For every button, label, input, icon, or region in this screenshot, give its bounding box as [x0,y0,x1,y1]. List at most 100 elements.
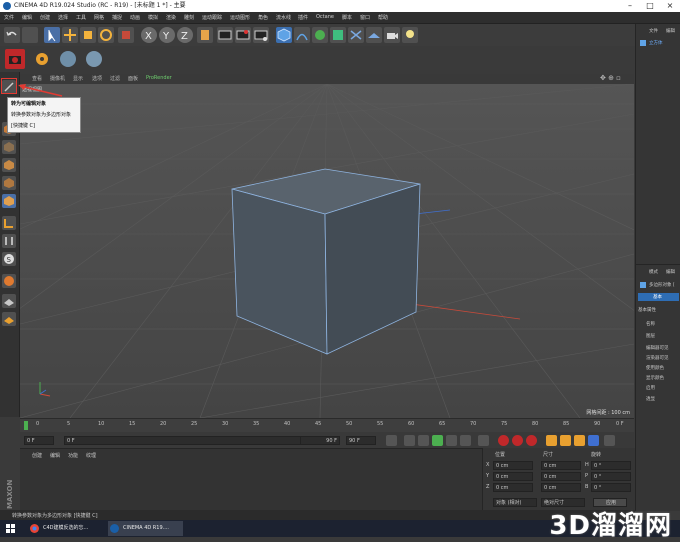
key-parameter-icon[interactable] [588,435,599,446]
rotation-b-field[interactable]: 0 ° [591,483,631,492]
viewport-menu-filter[interactable]: 过滤 [110,75,120,82]
position-y-field[interactable]: 0 cm [493,472,533,481]
prev-key-icon[interactable] [404,435,415,446]
octane-material-sphere2-icon[interactable] [84,49,104,69]
range-end-field[interactable]: 90 F [300,436,340,445]
size-x-field[interactable]: 0 cm [541,461,581,470]
viewport-menu-camera[interactable]: 摄像机 [50,75,65,82]
rotation-h-field[interactable]: 0 ° [591,461,631,470]
bend-deformer-icon[interactable] [348,27,364,43]
menu-mograph[interactable]: 运动图形 [230,14,250,21]
prev-frame-icon[interactable] [418,435,429,446]
z-axis-lock-icon[interactable]: Z [177,27,193,43]
coordinate-system-icon[interactable] [197,27,213,43]
attr-menu-mode[interactable]: 模式 [649,269,658,275]
viewport-nav-icon[interactable]: ✥ ⊕ ▫ [600,74,621,82]
viewport-menu-display[interactable]: 显示 [73,75,83,82]
recent-tools-icon[interactable] [118,27,134,43]
workplane-icon[interactable] [2,274,16,288]
menu-select[interactable]: 选择 [58,14,68,21]
menu-motion-tracking[interactable]: 运动跟踪 [202,14,222,21]
tweak-mode-icon[interactable] [2,234,16,248]
menu-file[interactable]: 文件 [4,14,14,21]
timeline-menu-icon[interactable] [604,435,615,446]
size-y-field[interactable]: 0 cm [541,472,581,481]
light-icon[interactable] [402,27,418,43]
viewport-menu-options[interactable]: 选项 [92,75,102,82]
y-axis-lock-icon[interactable]: Y [159,27,175,43]
menu-simulate[interactable]: 模拟 [148,14,158,21]
live-viewer-icon[interactable] [5,49,25,69]
move-tool-icon[interactable] [62,27,78,43]
key-position-icon[interactable] [546,435,557,446]
playhead-marker[interactable] [24,421,28,430]
octane-gear-icon[interactable] [32,49,52,69]
axis-mode-icon[interactable] [2,216,16,230]
position-x-field[interactable]: 0 cm [493,461,533,470]
frame-range-slider[interactable]: 0 F [64,436,340,445]
close-button[interactable]: × [660,0,680,12]
record-icon[interactable] [498,435,509,446]
material-menu-function[interactable]: 功能 [68,452,78,459]
render-settings-icon[interactable] [253,27,269,43]
minimize-button[interactable]: – [620,0,640,12]
menu-edit[interactable]: 编辑 [22,14,32,21]
rotate-tool-icon[interactable] [98,27,114,43]
object-item-cube[interactable]: 立方体 [649,40,663,46]
x-axis-lock-icon[interactable]: X [141,27,157,43]
coordinate-mode-select[interactable]: 对象 (相对) [493,498,537,507]
object-menu-file[interactable]: 文件 [649,28,658,34]
end-frame-field[interactable]: 90 F [346,436,376,445]
rotation-p-field[interactable]: 0 ° [591,472,631,481]
tab-basic[interactable]: 基本 [638,293,679,301]
taskbar-cinema4d[interactable]: CINEMA 4D R19.... [108,521,183,536]
menu-octane[interactable]: Octane [316,14,334,20]
key-scale-icon[interactable] [560,435,571,446]
next-frame-icon[interactable] [446,435,457,446]
planar-workplane-icon[interactable] [2,312,16,326]
render-picture-viewer-icon[interactable] [235,27,251,43]
maximize-button[interactable]: □ [640,0,660,12]
menu-create[interactable]: 创建 [40,14,50,21]
menu-window[interactable]: 窗口 [360,14,370,21]
live-select-icon[interactable] [44,27,60,43]
redo-icon[interactable] [22,27,38,43]
size-z-field[interactable]: 0 cm [541,483,581,492]
snapping-icon[interactable]: S [2,252,16,266]
attr-menu-edit[interactable]: 编辑 [666,269,675,275]
keyframe-selection-icon[interactable] [526,435,537,446]
menu-character[interactable]: 角色 [258,14,268,21]
menu-tools[interactable]: 工具 [76,14,86,21]
viewport-menu-panel[interactable]: 面板 [128,75,138,82]
points-mode-icon[interactable] [2,158,16,172]
undo-icon[interactable] [4,27,20,43]
floor-icon[interactable] [366,27,382,43]
menu-sculpt[interactable]: 雕刻 [184,14,194,21]
render-view-icon[interactable] [217,27,233,43]
camera-icon[interactable] [384,27,400,43]
goto-end-icon[interactable] [478,435,489,446]
menu-plugins[interactable]: 插件 [298,14,308,21]
polygons-mode-icon[interactable] [2,194,16,208]
cube-object-icon[interactable] [276,27,292,43]
start-frame-field[interactable]: 0 F [24,436,54,445]
subdivision-surface-icon[interactable] [312,27,328,43]
material-menu-edit[interactable]: 编辑 [50,452,60,459]
menu-mesh[interactable]: 网格 [94,14,104,21]
next-key-icon[interactable] [460,435,471,446]
menu-pipeline[interactable]: 流水线 [276,14,291,21]
octane-material-sphere-icon[interactable] [58,49,78,69]
array-icon[interactable] [330,27,346,43]
texture-mode-icon[interactable] [2,140,16,154]
viewport-menu-prorender[interactable]: ProRender [146,75,172,81]
material-menu-create[interactable]: 创建 [32,452,42,459]
edges-mode-icon[interactable] [2,176,16,190]
play-icon[interactable] [432,435,443,446]
material-menu-texture[interactable]: 纹理 [86,452,96,459]
key-rotation-icon[interactable] [574,435,585,446]
timeline-ruler[interactable]: 0 5 10 15 20 25 30 35 40 45 50 55 60 65 … [20,418,634,433]
pen-spline-icon[interactable] [294,27,310,43]
viewport-menu-view[interactable]: 查看 [32,75,42,82]
goto-start-icon[interactable] [386,435,397,446]
menu-animate[interactable]: 动画 [130,14,140,21]
